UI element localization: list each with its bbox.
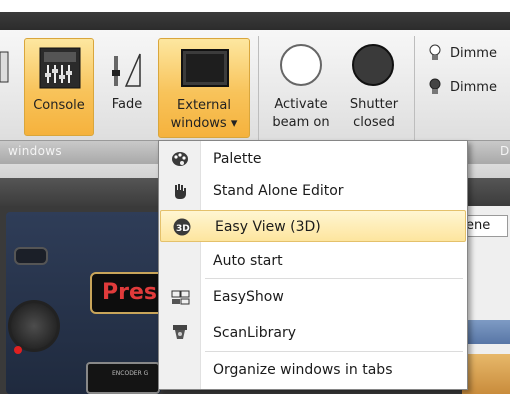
fade-label: Fade <box>111 97 143 112</box>
console-button[interactable]: Console <box>24 38 94 136</box>
console-icon <box>39 47 81 94</box>
menu-separator-2 <box>205 351 463 352</box>
partial-fader-icon[interactable] <box>0 48 10 84</box>
external-label-line2: windows ▾ <box>170 116 238 131</box>
shutter-closed-button[interactable]: Shutter closed <box>342 38 406 136</box>
hand-icon <box>171 182 189 200</box>
panel-button-slot[interactable] <box>14 247 48 265</box>
external-windows-menu: Palette Stand Alone Editor 3D Easy View … <box>158 140 468 390</box>
group-label-windows: windows <box>8 144 62 158</box>
activate-label-line2: beam on <box>272 115 330 130</box>
dimmer-item-2-label: Dimme <box>450 80 497 95</box>
scene-tab-label: ene <box>466 218 491 233</box>
menu-item-stand-alone-editor[interactable]: Stand Alone Editor <box>159 175 467 207</box>
shutter-label-line1: Shutter <box>349 97 399 112</box>
knob-indicator <box>14 346 22 354</box>
menu-item-easy-view-3d[interactable]: 3D Easy View (3D) <box>160 210 466 242</box>
ribbon-tab-strip <box>0 12 510 30</box>
console-label: Console <box>33 98 85 113</box>
menu-separator <box>205 278 463 279</box>
menu-item-auto-start[interactable]: Auto start <box>159 245 467 277</box>
encoder-box[interactable]: ENCODER G <box>86 362 160 394</box>
ribbon-separator <box>258 36 259 140</box>
svg-text:3D: 3D <box>176 224 190 234</box>
window-icon <box>181 49 229 92</box>
menu-item-label: Palette <box>213 151 262 167</box>
menu-item-label: Easy View (3D) <box>215 219 321 235</box>
menu-item-label: EasyShow <box>213 289 284 305</box>
preset-label: Pres <box>102 280 157 305</box>
scanlibrary-icon <box>171 324 189 342</box>
activate-label-line1: Activate <box>274 97 328 112</box>
menu-item-easyshow[interactable]: EasyShow <box>159 281 467 313</box>
encoder-label: ENCODER G <box>112 370 149 377</box>
bulb-filled-icon <box>428 78 442 101</box>
right-orange-block <box>462 354 510 394</box>
menu-item-label: Auto start <box>213 253 283 269</box>
dimmer-item-1[interactable]: Dimme <box>428 44 510 64</box>
shutter-circle-icon <box>352 44 394 86</box>
external-label-line1: External <box>177 98 231 113</box>
menu-item-label: Organize windows in tabs <box>213 362 393 378</box>
right-blue-bar <box>462 320 510 344</box>
external-windows-button[interactable]: External windows ▾ <box>158 38 250 138</box>
menu-item-organize-windows[interactable]: Organize windows in tabs <box>159 354 467 386</box>
dimmer-item-1-label: Dimme <box>450 46 497 61</box>
group-label-right: D <box>500 144 510 158</box>
ribbon-separator-2 <box>414 36 415 140</box>
easyshow-icon <box>171 288 190 306</box>
menu-item-label: Stand Alone Editor <box>213 183 344 199</box>
dimmer-item-2[interactable]: Dimme <box>428 78 510 98</box>
fade-button[interactable]: Fade <box>102 38 152 136</box>
jog-knob[interactable] <box>8 300 60 352</box>
activate-beam-on-button[interactable]: Activate beam on <box>262 38 340 136</box>
3d-icon: 3D <box>173 218 191 236</box>
menu-item-label: ScanLibrary <box>213 325 296 341</box>
palette-icon <box>171 150 189 168</box>
bulb-outline-icon <box>428 44 442 67</box>
fade-icon <box>112 46 142 93</box>
shutter-label-line2: closed <box>353 115 395 130</box>
menu-item-palette[interactable]: Palette <box>159 143 467 175</box>
beam-on-circle-icon <box>280 44 322 86</box>
scene-tab[interactable]: ene <box>462 215 508 237</box>
menu-item-scanlibrary[interactable]: ScanLibrary <box>159 317 467 349</box>
